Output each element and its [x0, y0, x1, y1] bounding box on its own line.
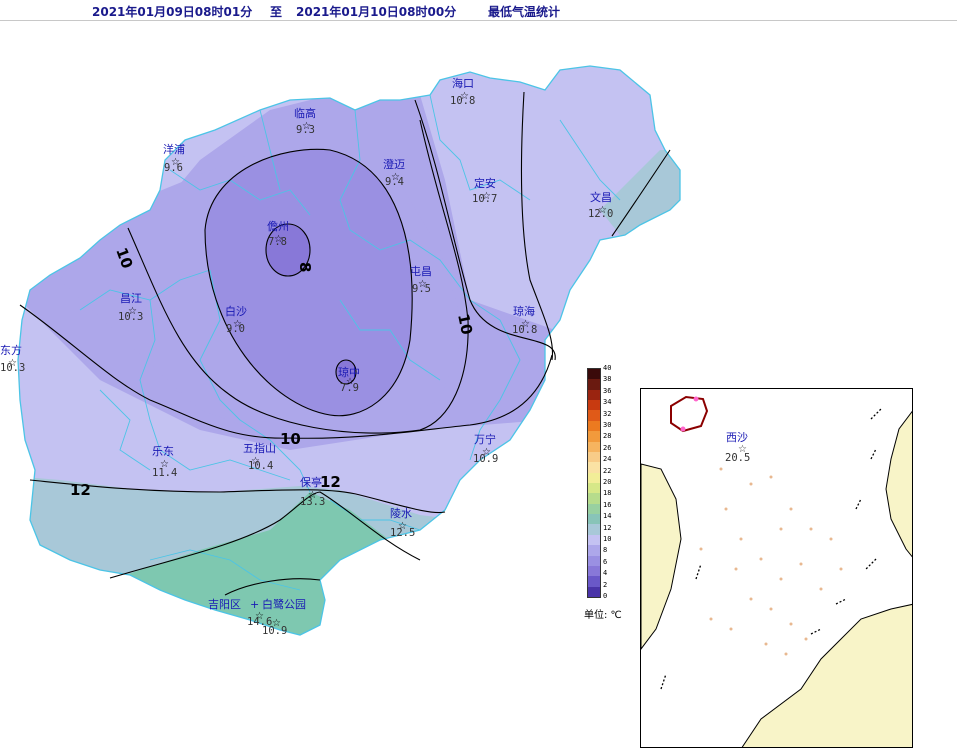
xisha-inset-map: 西沙 ☆ 20.5 — [640, 388, 913, 748]
svg-text:万宁: 万宁 — [474, 432, 496, 446]
legend-swatch — [588, 565, 600, 577]
svg-text:澄迈: 澄迈 — [383, 157, 405, 171]
legend-tick-label: 38 — [603, 375, 612, 384]
inset-land-south — [741, 603, 912, 747]
xisha-value: 20.5 — [725, 452, 750, 464]
legend-tick-label: 6 — [603, 557, 608, 566]
legend-tick-label: 32 — [603, 409, 612, 418]
svg-text:9.3: 9.3 — [296, 124, 315, 136]
svg-text:10.3: 10.3 — [0, 362, 25, 374]
svg-text:10.9: 10.9 — [473, 453, 498, 465]
legend-unit: 单位: ℃ — [584, 610, 622, 621]
legend-swatch — [588, 462, 600, 474]
legend-tick-label: 12 — [603, 523, 612, 532]
svg-text:儋州: 儋州 — [267, 220, 289, 233]
legend-swatch — [588, 555, 600, 567]
legend-tick-label: 40 — [603, 364, 612, 372]
xisha-name: 西沙 — [726, 431, 748, 444]
legend-swatch — [588, 586, 600, 598]
iso-label-10-south: 10 — [280, 430, 301, 448]
svg-text:10.7: 10.7 — [472, 193, 497, 205]
legend-tick-label: 28 — [603, 432, 612, 441]
svg-text:7.9: 7.9 — [340, 382, 359, 394]
svg-text:9.0: 9.0 — [226, 323, 245, 335]
legend-tick-label: 24 — [603, 455, 612, 464]
legend-tick-label: 2 — [603, 580, 608, 589]
legend-swatch — [588, 493, 600, 505]
svg-text:9.6: 9.6 — [164, 162, 183, 174]
svg-text:白鹭公园: 白鹭公园 — [262, 597, 306, 611]
legend-tick-label: 34 — [603, 398, 612, 407]
svg-text:琼海: 琼海 — [513, 304, 535, 318]
legend-swatch — [588, 441, 600, 453]
svg-text:13.3: 13.3 — [300, 496, 325, 508]
legend-tick-label: 0 — [603, 592, 608, 600]
svg-text:保亭: 保亭 — [300, 475, 322, 489]
svg-text:9.4: 9.4 — [385, 176, 404, 188]
legend-swatch — [588, 420, 600, 432]
legend-swatch — [588, 524, 600, 536]
legend-tick-label: 14 — [603, 512, 612, 521]
legend-tick-label: 36 — [603, 386, 612, 395]
svg-text:9.5: 9.5 — [412, 283, 431, 295]
legend-swatch — [588, 472, 600, 484]
legend-tick-label: 10 — [603, 535, 612, 543]
legend-swatch — [588, 451, 600, 463]
inset-land-west — [641, 463, 682, 650]
xisha-outline — [670, 395, 709, 433]
legend-tick-label: 8 — [603, 546, 608, 555]
legend-swatch — [588, 576, 600, 588]
svg-text:10.9: 10.9 — [262, 625, 287, 637]
iso-label-12-west: 12 — [70, 481, 91, 499]
svg-text:7.8: 7.8 — [268, 236, 287, 248]
svg-text:吉阳区: 吉阳区 — [208, 598, 241, 611]
legend-swatch — [588, 369, 600, 380]
legend-tick-label: 22 — [603, 466, 612, 475]
svg-text:昌江: 昌江 — [120, 292, 142, 305]
reef-dots — [699, 467, 843, 656]
legend-tick-label: 16 — [603, 500, 612, 509]
legend-swatch — [588, 400, 600, 411]
svg-text:10.8: 10.8 — [512, 324, 537, 336]
svg-text:定安: 定安 — [474, 176, 496, 190]
legend-swatch — [588, 545, 600, 557]
legend-swatch — [588, 483, 600, 494]
legend-swatch — [588, 410, 600, 422]
svg-text:陵水: 陵水 — [390, 507, 412, 520]
svg-text:白沙: 白沙 — [225, 304, 247, 318]
inset-svg: 西沙 ☆ 20.5 — [641, 395, 912, 747]
svg-text:+: + — [250, 598, 259, 611]
svg-text:乐东: 乐东 — [152, 445, 174, 458]
legend-swatch — [588, 379, 600, 391]
svg-text:临高: 临高 — [294, 106, 316, 120]
svg-text:屯昌: 屯昌 — [410, 265, 432, 278]
legend-tick-label: 26 — [603, 443, 612, 452]
legend-swatch — [588, 389, 600, 401]
legend-swatch — [588, 431, 600, 443]
inset-land-east — [885, 410, 912, 558]
svg-text:10.3: 10.3 — [118, 311, 143, 323]
legend-tick-label: 4 — [603, 569, 608, 578]
iso-label-8: 8 — [296, 262, 314, 272]
svg-text:10.8: 10.8 — [450, 95, 475, 107]
svg-text:12.5: 12.5 — [390, 527, 415, 539]
legend-tick-label: 18 — [603, 489, 612, 498]
svg-text:12.0: 12.0 — [588, 208, 613, 220]
legend-swatch — [588, 514, 600, 525]
svg-text:10.4: 10.4 — [248, 460, 273, 472]
legend-tick-label: 20 — [603, 478, 612, 486]
svg-text:海口: 海口 — [452, 76, 474, 90]
svg-text:洋浦: 洋浦 — [163, 142, 185, 156]
svg-text:11.4: 11.4 — [152, 467, 177, 479]
legend-swatch — [588, 534, 600, 546]
legend-tick-label: 30 — [603, 421, 612, 429]
legend-swatch — [588, 503, 600, 515]
color-legend — [587, 368, 601, 598]
iso-label-12-center: 12 — [320, 473, 341, 491]
svg-text:东方: 东方 — [0, 343, 22, 357]
svg-text:文昌: 文昌 — [590, 190, 612, 204]
svg-text:五指山: 五指山 — [243, 441, 276, 455]
